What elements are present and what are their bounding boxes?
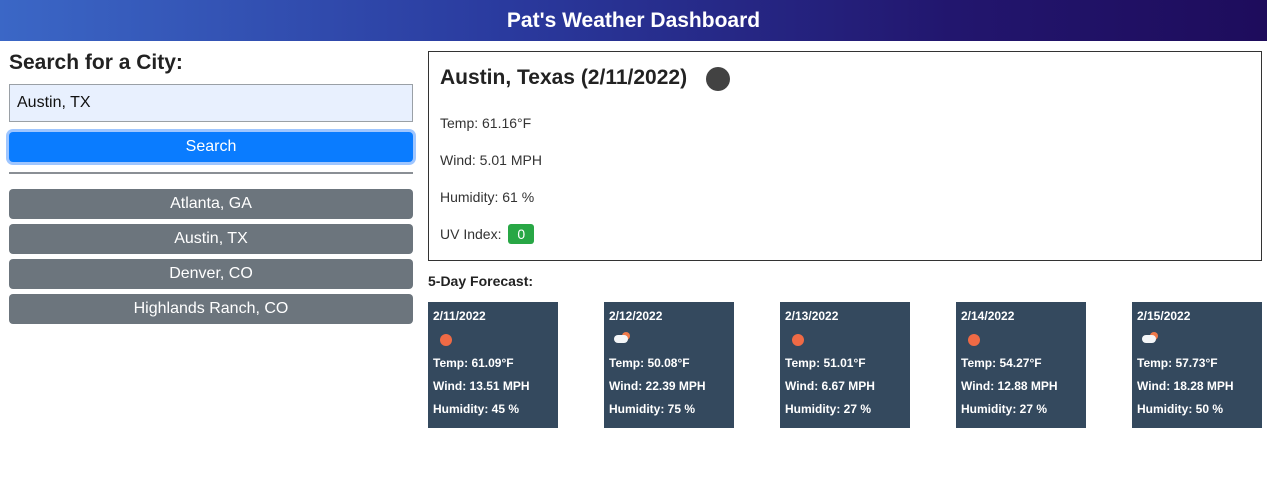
- uv-index-badge: 0: [508, 224, 535, 244]
- forecast-temp: Temp: 54.27°F: [961, 356, 1042, 370]
- current-weather-panel: Austin, Texas (2/11/2022) Temp: 61.16°F …: [428, 51, 1262, 261]
- current-humidity: Humidity: 61 %: [440, 189, 535, 205]
- forecast-heading: 5-Day Forecast:: [428, 273, 534, 289]
- forecast-wind: Wind: 12.88 MPH: [961, 379, 1058, 393]
- current-uv-row: UV Index: 0: [440, 224, 535, 244]
- forecast-card: 2/11/2022 Temp: 61.09°F Wind: 13.51 MPH …: [428, 302, 558, 428]
- search-heading: Search for a City:: [9, 51, 183, 74]
- search-button[interactable]: Search: [9, 132, 413, 162]
- forecast-date: 2/13/2022: [785, 309, 839, 323]
- forecast-wind: Wind: 22.39 MPH: [609, 379, 706, 393]
- sun-icon: [440, 334, 452, 346]
- city-search-input[interactable]: [9, 84, 413, 122]
- forecast-temp: Temp: 57.73°F: [1137, 356, 1218, 370]
- history-item-highlands-ranch[interactable]: Highlands Ranch, CO: [9, 294, 413, 324]
- current-city-title: Austin, Texas (2/11/2022): [440, 65, 688, 89]
- forecast-card: 2/12/2022 Temp: 50.08°F Wind: 22.39 MPH …: [604, 302, 734, 428]
- search-sidebar: Search for a City: Search Atlanta, GA Au…: [9, 51, 413, 324]
- forecast-humidity: Humidity: 50 %: [1137, 402, 1224, 416]
- forecast-date: 2/15/2022: [1137, 309, 1191, 323]
- current-title-row: Austin, Texas (2/11/2022): [440, 64, 731, 91]
- current-temp: Temp: 61.16°F: [440, 115, 532, 131]
- uv-label: UV Index:: [440, 226, 502, 242]
- forecast-temp: Temp: 61.09°F: [433, 356, 514, 370]
- history-item-atlanta[interactable]: Atlanta, GA: [9, 189, 413, 219]
- forecast-date: 2/12/2022: [609, 309, 663, 323]
- app-header: Pat's Weather Dashboard: [0, 0, 1267, 41]
- forecast-wind: Wind: 18.28 MPH: [1137, 379, 1234, 393]
- forecast-humidity: Humidity: 75 %: [609, 402, 696, 416]
- forecast-humidity: Humidity: 45 %: [433, 402, 520, 416]
- forecast-card: 2/14/2022 Temp: 54.27°F Wind: 12.88 MPH …: [956, 302, 1086, 428]
- sun-icon: [968, 334, 980, 346]
- clear-night-icon: [706, 67, 731, 91]
- history-item-austin[interactable]: Austin, TX: [9, 224, 413, 254]
- forecast-wind: Wind: 13.51 MPH: [433, 379, 530, 393]
- forecast-temp: Temp: 50.08°F: [609, 356, 690, 370]
- sun-icon: [792, 334, 804, 346]
- current-wind: Wind: 5.01 MPH: [440, 152, 542, 168]
- forecast-date: 2/11/2022: [433, 309, 486, 323]
- forecast-date: 2/14/2022: [961, 309, 1015, 323]
- forecast-humidity: Humidity: 27 %: [785, 402, 872, 416]
- forecast-temp: Temp: 51.01°F: [785, 356, 866, 370]
- partly-cloudy-icon: [614, 332, 630, 344]
- forecast-wind: Wind: 6.67 MPH: [785, 379, 875, 393]
- partly-cloudy-icon: [1142, 332, 1158, 344]
- app-title: Pat's Weather Dashboard: [506, 8, 761, 32]
- forecast-card: 2/13/2022 Temp: 51.01°F Wind: 6.67 MPH H…: [780, 302, 910, 428]
- sidebar-divider: [9, 172, 413, 174]
- forecast-card: 2/15/2022 Temp: 57.73°F Wind: 18.28 MPH …: [1132, 302, 1262, 428]
- search-history-list: Atlanta, GA Austin, TX Denver, CO Highla…: [9, 189, 413, 329]
- forecast-humidity: Humidity: 27 %: [961, 402, 1048, 416]
- history-item-denver[interactable]: Denver, CO: [9, 259, 413, 289]
